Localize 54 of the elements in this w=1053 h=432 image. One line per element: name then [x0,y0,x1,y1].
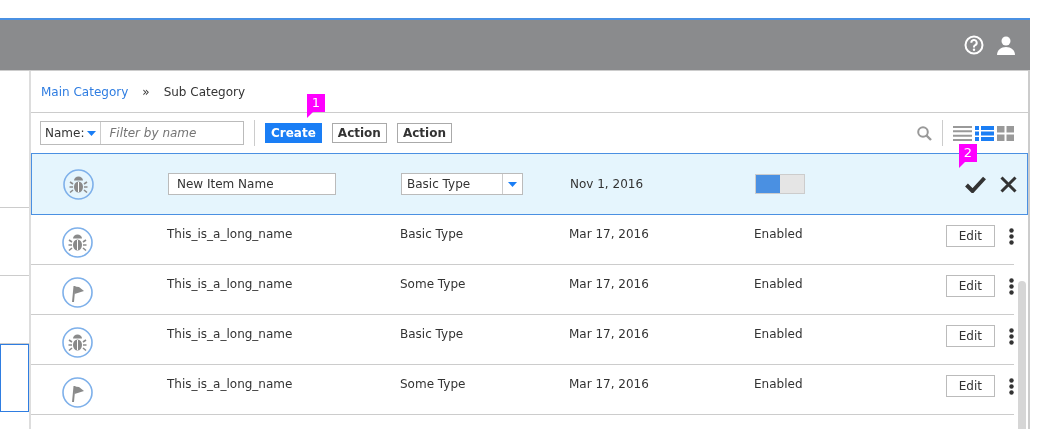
detail-list-icon[interactable] [975,125,994,141]
filter-input-field[interactable]: Filter by name [101,123,232,143]
close-icon[interactable] [1000,175,1017,193]
edit-button[interactable]: Edit [945,225,995,247]
flag-icon [62,377,93,408]
check-icon[interactable] [965,175,986,193]
list-view-icon[interactable] [953,125,972,141]
create-button[interactable]: Create [265,123,322,143]
date-text: Nov 1, 2016 [570,177,644,191]
scrollbar[interactable] [1018,281,1026,429]
date-text: Mar 17, 2016 [569,377,649,391]
name-input-field[interactable]: New Item Name [168,173,336,195]
breadcrumb-current: Sub Category [163,83,246,101]
status-text: Enabled [754,227,803,241]
more-icon[interactable] [1009,277,1014,295]
edit-button[interactable]: Edit [945,375,995,397]
date-text: Mar 17, 2016 [569,277,649,291]
caret-icon[interactable] [508,181,517,187]
list-item[interactable] [0,344,29,412]
search-icon[interactable] [917,125,932,141]
bug-icon [62,227,93,258]
bug-icon [63,168,94,200]
breadcrumb-separator: » [142,83,150,101]
flag-icon [62,277,93,308]
name-text: This_is_a_long_name [167,277,293,291]
type-text: Basic Type [400,327,464,341]
breadcrumb-link[interactable]: Main Category [41,82,129,101]
name-text: This_is_a_long_name [167,327,293,341]
more-icon[interactable] [1009,377,1014,395]
user-icon[interactable] [996,35,1016,55]
edit-button[interactable]: Edit [945,275,995,297]
more-icon[interactable] [1009,327,1014,345]
date-text: Mar 17, 2016 [569,227,649,241]
status-text: Enabled [754,377,803,391]
type-text: Some Type [400,277,466,291]
more-icon[interactable] [1009,227,1014,245]
action-button[interactable]: Action [331,123,387,143]
field-label: Name: [45,125,85,142]
name-text: This_is_a_long_name [167,227,293,241]
caret-icon[interactable] [87,130,97,136]
status-text: Enabled [754,277,803,291]
edit-button[interactable]: Edit [945,325,995,347]
type-text: Some Type [400,377,466,391]
filter-field[interactable]: Name: Filter by name [40,121,244,145]
help-icon[interactable] [964,35,984,55]
date-text: Mar 17, 2016 [569,327,649,341]
toggle-switch[interactable] [755,174,805,194]
type-dropdown[interactable]: Basic Type [401,173,523,195]
action-button[interactable]: Action [396,123,452,143]
status-text: Enabled [754,327,803,341]
grid-view-icon[interactable] [997,125,1014,141]
bug-icon [62,327,93,358]
name-text: This_is_a_long_name [167,377,293,391]
type-text: Basic Type [400,227,464,241]
